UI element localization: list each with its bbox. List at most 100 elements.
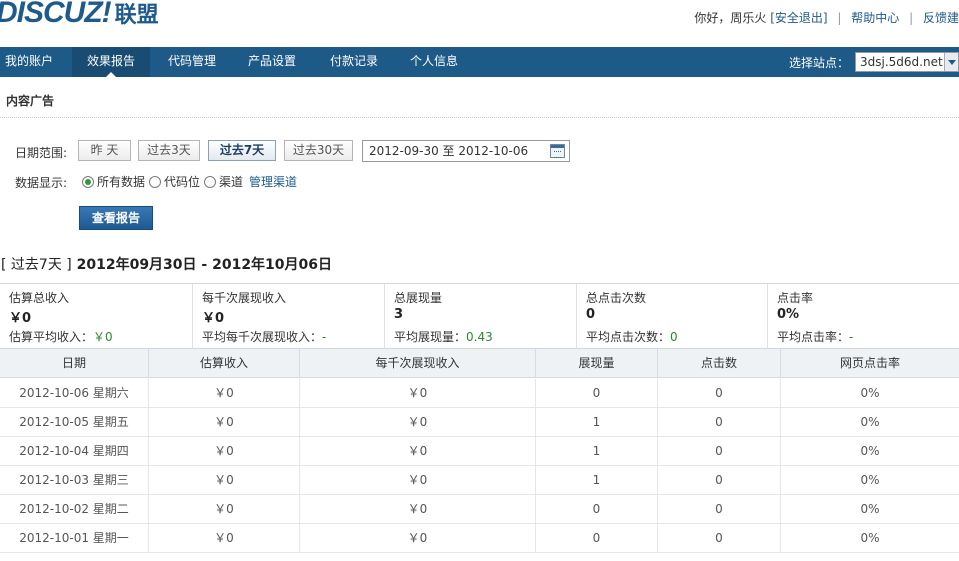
column-header-income[interactable]: 估算收入 bbox=[149, 349, 300, 378]
cell-date: 2012-10-01 星期一 bbox=[0, 524, 149, 553]
cell-clicks: 0 bbox=[658, 379, 781, 408]
cell-cpm: ￥0 bbox=[300, 466, 536, 495]
radio-icon[interactable] bbox=[204, 175, 217, 188]
summary-avg-label: 估算平均收入： bbox=[9, 330, 94, 344]
column-header-cpm[interactable]: 每千次展现收入 bbox=[300, 349, 536, 378]
summary-average: 估算平均收入：￥0 bbox=[9, 328, 113, 345]
summary-value: 0% bbox=[777, 307, 800, 322]
cell-impressions: 0 bbox=[536, 524, 658, 553]
logo[interactable]: DISCUZ! 联盟 bbox=[0, 0, 159, 32]
cell-ctr: 0% bbox=[860, 415, 880, 429]
column-header-date[interactable]: 日期 bbox=[0, 349, 149, 378]
radio-checked-icon[interactable] bbox=[82, 175, 94, 188]
option-label: 所有数据 bbox=[97, 175, 146, 189]
nav-item-payment-records[interactable]: 付款记录 bbox=[322, 47, 386, 77]
cell-income: ￥0 bbox=[149, 495, 300, 524]
date-range-value: 2012-09-30 至 2012-10-06 bbox=[369, 144, 529, 158]
cell-impressions: 1 bbox=[536, 466, 658, 495]
nav-item-reports[interactable]: 效果报告 bbox=[72, 47, 150, 77]
summary-average: 平均每千次展现收入：- bbox=[202, 328, 326, 345]
cell-income: ￥0 bbox=[149, 437, 300, 466]
cell-impressions: 1 bbox=[536, 408, 658, 437]
nav-item-label: 代码管理 bbox=[167, 54, 216, 68]
option-label: 代码位 bbox=[164, 175, 201, 189]
summary-impressions: 总展现量 3 平均展现量：0.43 bbox=[385, 284, 577, 349]
summary-avg-label: 平均点击次数： bbox=[586, 330, 671, 344]
date-range-input[interactable]: 2012-09-30 至 2012-10-06 bbox=[362, 140, 570, 162]
table-row: 2012-10-05 星期五 ￥0 ￥0 1 0 0% bbox=[0, 408, 959, 437]
column-header-ctr[interactable]: 网页点击率 bbox=[781, 349, 959, 378]
cell-impressions: 0 bbox=[536, 495, 658, 524]
option-channel[interactable]: 渠道 bbox=[204, 173, 243, 190]
report-range: [ 过去7天 ] bbox=[1, 257, 72, 273]
summary-avg-value: - bbox=[849, 330, 854, 344]
manage-channel-link[interactable]: 管理渠道 bbox=[249, 173, 297, 190]
radio-icon[interactable] bbox=[149, 175, 162, 188]
section-title: 内容广告 bbox=[6, 94, 55, 108]
table-row: 2012-10-01 星期一 ￥0 ￥0 0 0 0% bbox=[0, 524, 959, 553]
cell-clicks: 0 bbox=[658, 524, 781, 553]
table-header: 日期 估算收入 每千次展现收入 展现量 点击数 网页点击率 bbox=[0, 349, 959, 378]
summary-value: ￥0 bbox=[9, 311, 32, 326]
cell-clicks: 0 bbox=[658, 495, 781, 524]
divider bbox=[0, 117, 959, 118]
table-row: 2012-10-06 星期六 ￥0 ￥0 0 0 0% bbox=[0, 379, 959, 408]
option-code-slot[interactable]: 代码位 bbox=[149, 173, 200, 190]
feedback-link[interactable]: 反馈建 bbox=[923, 11, 959, 25]
date-range-label: 日期范围: bbox=[15, 146, 68, 160]
summary-avg-label: 平均展现量： bbox=[394, 330, 467, 344]
cell-clicks: 0 bbox=[658, 466, 781, 495]
summary-avg-label: 平均每千次展现收入： bbox=[202, 330, 323, 344]
summary-label: 点击率 bbox=[777, 291, 814, 305]
cell-cpm: ￥0 bbox=[300, 408, 536, 437]
summary-label: 每千次展现收入 bbox=[202, 291, 287, 305]
cell-impressions: 1 bbox=[536, 437, 658, 466]
column-header-clicks[interactable]: 点击数 bbox=[658, 349, 781, 378]
cell-clicks: 0 bbox=[658, 437, 781, 466]
calendar-icon[interactable] bbox=[550, 144, 565, 158]
nav-item-label: 我的账户 bbox=[4, 54, 53, 68]
summary-bar: 估算总收入 ￥0 估算平均收入：￥0 每千次展现收入 ￥0 平均每千次展现收入：… bbox=[0, 283, 959, 349]
table-row: 2012-10-04 星期四 ￥0 ￥0 1 0 0% bbox=[0, 437, 959, 466]
option-all-data[interactable]: 所有数据 bbox=[82, 173, 145, 190]
nav-item-label: 效果报告 bbox=[86, 54, 135, 68]
cell-cpm: ￥0 bbox=[300, 524, 536, 553]
cell-cpm: ￥0 bbox=[300, 495, 536, 524]
summary-label: 总点击次数 bbox=[586, 291, 647, 305]
nav-item-my-account[interactable]: 我的账户 bbox=[0, 47, 58, 77]
range-yesterday-button[interactable]: 昨 天 bbox=[78, 140, 131, 161]
option-label: 渠道 bbox=[219, 175, 244, 189]
cell-income: ￥0 bbox=[149, 524, 300, 553]
range-7days-button[interactable]: 过去7天 bbox=[208, 140, 276, 161]
separator: | bbox=[909, 11, 914, 25]
summary-clicks: 总点击次数 0 平均点击次数：0 bbox=[577, 284, 768, 349]
summary-value: ￥0 bbox=[202, 311, 225, 326]
view-report-button[interactable]: 查看报告 bbox=[79, 206, 153, 230]
summary-average: 平均展现量：0.43 bbox=[394, 328, 493, 345]
nav-item-label: 产品设置 bbox=[247, 54, 296, 68]
nav-item-label: 付款记录 bbox=[329, 54, 378, 68]
logout-link[interactable]: [安全退出] bbox=[770, 11, 827, 25]
help-center-link[interactable]: 帮助中心 bbox=[851, 11, 899, 25]
cell-ctr: 0% bbox=[860, 502, 880, 516]
logo-subtitle: 联盟 bbox=[114, 3, 159, 28]
summary-avg-label: 平均点击率： bbox=[777, 330, 850, 344]
nav-item-label: 个人信息 bbox=[409, 54, 458, 68]
site-select[interactable]: 3dsj.5d6d.net bbox=[855, 52, 959, 72]
cell-cpm: ￥0 bbox=[300, 437, 536, 466]
data-display-label: 数据显示: bbox=[15, 176, 68, 190]
range-3days-button[interactable]: 过去3天 bbox=[138, 140, 200, 161]
cell-date: 2012-10-03 星期三 bbox=[0, 466, 149, 495]
nav-item-personal-info[interactable]: 个人信息 bbox=[402, 47, 466, 77]
cell-income: ￥0 bbox=[149, 408, 300, 437]
cell-impressions: 0 bbox=[536, 379, 658, 408]
chevron-down-icon[interactable] bbox=[944, 53, 958, 71]
summary-average: 平均点击次数：0 bbox=[586, 328, 678, 345]
nav-item-product-settings[interactable]: 产品设置 bbox=[240, 47, 304, 77]
summary-avg-value: ￥0 bbox=[93, 330, 113, 344]
range-30days-button[interactable]: 过去30天 bbox=[284, 140, 353, 161]
header: DISCUZ! 联盟 你好，周乐火 [安全退出] | 帮助中心 | 反馈建 bbox=[0, 0, 959, 47]
column-header-impressions[interactable]: 展现量 bbox=[536, 349, 658, 378]
summary-avg-value: 0.43 bbox=[466, 330, 493, 344]
nav-item-code-management[interactable]: 代码管理 bbox=[160, 47, 224, 77]
